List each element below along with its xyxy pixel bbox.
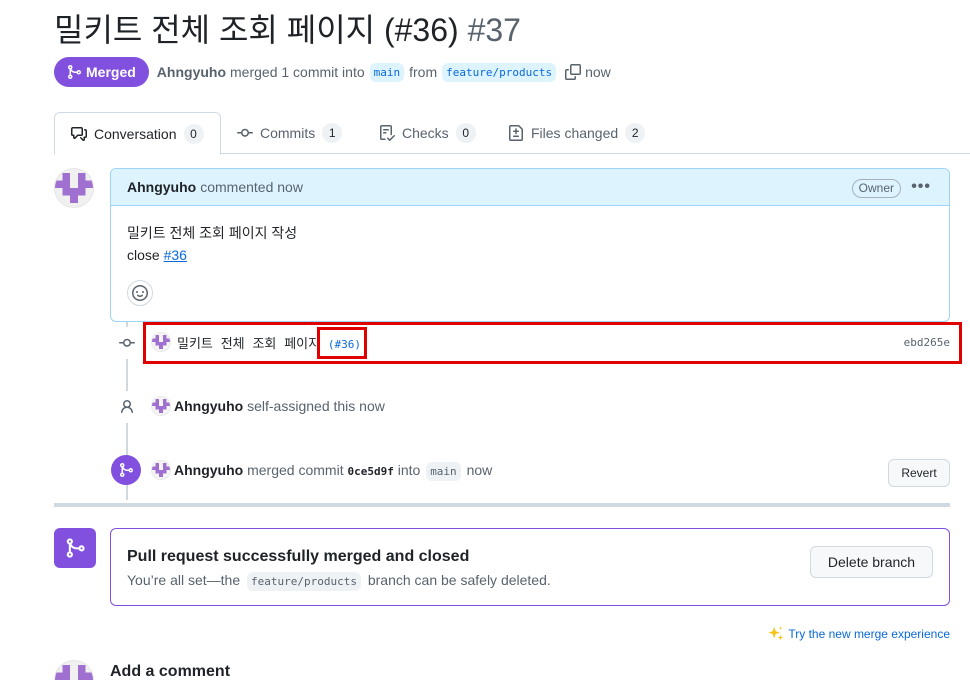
issue-reference-link[interactable]: #36	[164, 247, 187, 263]
comment-author-link[interactable]: Ahngyuho	[127, 179, 196, 195]
git-merge-icon	[66, 538, 85, 558]
assign-text: self-assigned this now	[247, 398, 385, 414]
comment-line-1: 밀키트 전체 조회 페이지 작성	[127, 225, 298, 241]
file-diff-icon	[509, 125, 523, 141]
merge-author-link[interactable]: Ahngyuho	[174, 462, 243, 478]
assign-author-avatar[interactable]	[151, 396, 171, 416]
tab-files-changed-count: 2	[625, 123, 646, 143]
base-branch-chip[interactable]: main	[369, 62, 405, 82]
tab-commits[interactable]: Commits 1	[237, 112, 343, 154]
checklist-icon	[380, 125, 395, 141]
git-commit-icon	[237, 128, 253, 137]
identicon-icon	[55, 169, 93, 207]
person-icon	[121, 400, 133, 414]
comment-body: 밀키트 전체 조회 페이지 작성 close #36	[111, 206, 949, 266]
timeline-commit-marker	[111, 327, 143, 359]
merge-status-icon-box	[54, 528, 96, 568]
comment-action: commented now	[200, 179, 303, 195]
git-merge-icon	[120, 463, 134, 477]
current-user-avatar[interactable]	[54, 660, 94, 680]
head-branch-chip[interactable]: feature/products	[442, 62, 557, 82]
pr-title: 밀키트 전체 조회 페이지 (#36) #37	[54, 8, 521, 52]
pr-number: #37	[467, 12, 521, 48]
merge-sub-before: You’re all set—the	[127, 572, 241, 588]
try-merge-label[interactable]: Try the new merge experience	[788, 627, 950, 641]
assign-author-link[interactable]: Ahngyuho	[174, 398, 243, 414]
tab-files-changed-label: Files changed	[531, 125, 619, 141]
try-merge-experience-link[interactable]: Try the new merge experience	[767, 625, 950, 643]
tab-checks[interactable]: Checks 0	[379, 112, 476, 154]
comment-header: Ahngyuho commented now Owner •••	[111, 169, 949, 206]
copy-icon[interactable]	[565, 64, 582, 80]
smiley-icon	[132, 285, 148, 301]
tab-checks-label: Checks	[402, 125, 449, 141]
pr-tabs: Conversation 0 Commits 1 Checks 0 Files …	[54, 112, 970, 155]
merge-status-subtitle: You’re all set—the feature/products bran…	[127, 572, 551, 591]
tab-commits-label: Commits	[260, 125, 316, 141]
pr-description-comment: Ahngyuho commented now Owner ••• 밀키트 전체 …	[110, 168, 950, 322]
merge-status-title: Pull request successfully merged and clo…	[127, 548, 470, 565]
meta-time: now	[585, 64, 611, 80]
merge-commit-sha-link[interactable]: 0ce5d9f	[347, 465, 393, 478]
identicon-icon	[55, 661, 93, 680]
revert-button[interactable]: Revert	[888, 459, 950, 487]
comment-line-2: close #36	[127, 244, 933, 266]
tab-conversation-count: 0	[183, 123, 204, 144]
merge-time: now	[466, 462, 493, 478]
timeline-merge-marker	[111, 455, 141, 485]
meta-author-link[interactable]: Ahngyuho	[157, 64, 226, 80]
delete-branch-button[interactable]: Delete branch	[810, 546, 933, 578]
add-comment-heading: Add a comment	[110, 663, 231, 680]
tab-commits-count: 1	[322, 123, 343, 143]
tab-files-changed[interactable]: Files changed 2	[508, 112, 646, 154]
highlight-box-issue-ref	[317, 327, 367, 359]
git-commit-icon	[119, 338, 135, 347]
meta-from-text: from	[409, 64, 438, 80]
tab-conversation-label: Conversation	[94, 125, 177, 142]
merged-status-label: Merged	[86, 64, 136, 80]
merge-sub-after: branch can be safely deleted.	[367, 572, 551, 588]
meta-merged-text: merged 1 commit into	[230, 64, 365, 80]
sparkles-icon	[768, 626, 784, 641]
tab-conversation[interactable]: Conversation 0	[54, 112, 221, 155]
merged-status-badge: Merged	[54, 57, 149, 87]
pr-title-text: 밀키트 전체 조회 페이지 (#36)	[54, 12, 459, 48]
merge-text: merged commit	[247, 462, 344, 478]
git-merge-icon	[68, 65, 82, 79]
comment-author-avatar[interactable]	[54, 168, 94, 208]
highlight-box-commit-row	[143, 322, 962, 364]
merge-base-branch-chip[interactable]: main	[426, 462, 461, 481]
identicon-icon	[152, 397, 170, 415]
owner-badge: Owner	[851, 179, 901, 198]
timeline-divider	[54, 503, 950, 507]
merge-into-text: into	[397, 462, 421, 478]
comment-discussion-icon	[71, 126, 87, 141]
merge-head-branch-chip[interactable]: feature/products	[247, 572, 361, 591]
comment-close-text: close	[127, 247, 160, 263]
identicon-icon	[152, 461, 170, 479]
timeline-assign-marker	[111, 391, 143, 423]
merge-event: Ahngyuho merged commit 0ce5d9f into main…	[174, 462, 493, 481]
merge-status-box: Pull request successfully merged and clo…	[110, 528, 950, 606]
merge-author-avatar[interactable]	[151, 460, 171, 480]
pr-meta: Merged Ahngyuho merged 1 commit into mai…	[54, 57, 611, 87]
add-reaction-button[interactable]	[127, 280, 153, 306]
assign-event: Ahngyuho self-assigned this now	[174, 398, 385, 414]
tab-checks-count: 0	[455, 123, 476, 143]
comment-options-icon[interactable]: •••	[911, 178, 931, 196]
